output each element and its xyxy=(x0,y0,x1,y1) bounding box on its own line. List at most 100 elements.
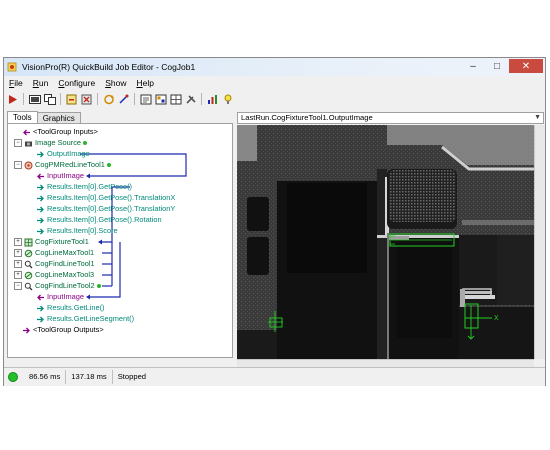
tree-label: CogLineMaxTool3 xyxy=(35,270,95,279)
tree-row-cogfindlinetool1[interactable]: + CogFindLineTool1 xyxy=(14,259,95,269)
tree-label: CogLineMaxTool1 xyxy=(35,248,95,257)
tree-row-outputimage[interactable]: OutputImage xyxy=(36,149,90,159)
tree-row-result[interactable]: Results.Item[0].Score xyxy=(36,226,118,236)
tree-row-coglinemaxtool3[interactable]: + CogLineMaxTool3 xyxy=(14,270,94,280)
status-bar: 86.56 ms 137.18 ms Stopped xyxy=(4,367,545,386)
chart-button[interactable] xyxy=(206,93,219,106)
tree-label: <ToolGroup Outputs> xyxy=(33,325,104,334)
tree-row-result[interactable]: Results.Item[0].GetPose().Rotation xyxy=(36,215,162,225)
image-display[interactable]: X xyxy=(237,125,534,359)
input-arrow-icon xyxy=(37,294,44,300)
output-arrow-icon xyxy=(37,195,44,201)
tree-label: InputImage xyxy=(47,171,84,180)
run-once-button[interactable] xyxy=(6,93,19,106)
help-button[interactable] xyxy=(221,93,234,106)
menu-run[interactable]: Run xyxy=(28,77,54,90)
tree-row-inputimage[interactable]: InputImage xyxy=(36,171,84,181)
settings-button[interactable] xyxy=(154,93,167,106)
tab-graphics[interactable]: Graphics xyxy=(36,112,81,123)
menu-help-label: elp xyxy=(142,78,154,88)
output-arrow-icon xyxy=(37,228,44,234)
output-arrow-icon xyxy=(37,206,44,212)
toolbar-separator xyxy=(134,93,135,105)
link-arrowhead xyxy=(86,294,90,300)
expand-toggle[interactable]: + xyxy=(14,238,22,246)
tree-row-inputimage[interactable]: InputImage xyxy=(36,292,84,302)
tools-button[interactable] xyxy=(184,93,197,106)
output-arrow-icon xyxy=(37,217,44,223)
menu-file-label: ile xyxy=(14,78,23,88)
tree-label: Results.Item[0].GetPose().TranslationY xyxy=(47,204,176,213)
menu-file[interactable]: File xyxy=(4,77,28,90)
status-ok-icon xyxy=(96,284,101,288)
input-arrow-icon xyxy=(37,173,44,179)
delete-tool-button[interactable] xyxy=(80,93,93,106)
link-icon xyxy=(118,94,128,104)
properties-icon xyxy=(140,94,151,104)
tree-row-cogfixturetool1[interactable]: + CogFixtureTool1 xyxy=(14,237,89,247)
inspection-image: X xyxy=(237,125,534,359)
tree-label: CogFindLineTool2 xyxy=(35,281,95,290)
tree-label: Results.Item[0].Score xyxy=(47,226,118,235)
play-icon xyxy=(9,94,17,104)
find-line-tool-icon xyxy=(24,260,33,268)
image-button[interactable] xyxy=(28,93,41,106)
find-line-tool-icon xyxy=(24,282,33,290)
tree-row-result[interactable]: Results.Item[0].GetPose().TranslationY xyxy=(36,204,175,214)
toolbar-separator xyxy=(97,93,98,105)
tree-row-cogpmredlinetool1[interactable]: − CogPMRedLineTool1 xyxy=(14,160,111,170)
properties-button[interactable] xyxy=(139,93,152,106)
tree-label: Results.Item[0].GetPose().Rotation xyxy=(47,215,162,224)
output-arrow-icon xyxy=(37,305,44,311)
tree-row-image-source[interactable]: − Image Source xyxy=(14,138,88,148)
output-arrow-icon xyxy=(37,184,44,190)
output-arrow-icon xyxy=(37,151,44,157)
tree-row-toolgroup-outputs[interactable]: <ToolGroup Outputs> xyxy=(22,325,104,335)
maximize-button[interactable]: □ xyxy=(485,59,509,73)
collapse-toggle[interactable]: − xyxy=(14,282,22,290)
add-tool-button[interactable] xyxy=(65,93,78,106)
results-button[interactable] xyxy=(169,93,182,106)
settings-grid-icon xyxy=(155,94,166,104)
copy-button[interactable] xyxy=(43,93,56,106)
collapse-toggle[interactable]: − xyxy=(14,161,22,169)
menu-run-label: un xyxy=(38,78,49,88)
expand-toggle[interactable]: + xyxy=(14,271,22,279)
menu-bar: File Run Configure Show Help xyxy=(4,77,545,90)
window-title: VisionPro(R) QuickBuild Job Editor - Cog… xyxy=(22,62,196,72)
run-status-light-icon xyxy=(8,372,18,382)
toolbar xyxy=(6,92,234,106)
tree-row-toolgroup-inputs[interactable]: <ToolGroup Inputs> xyxy=(22,127,98,137)
overlay-x-label: X xyxy=(494,315,499,322)
line-max-tool-icon xyxy=(24,271,33,279)
expand-toggle[interactable]: + xyxy=(14,260,22,268)
camera-icon xyxy=(25,141,32,146)
image-buffer-selector[interactable]: LastRun.CogFixtureTool1.OutputImage ▼ xyxy=(237,112,544,124)
vertical-scrollbar[interactable] xyxy=(534,125,545,359)
tree-row-cogfindlinetool2[interactable]: − CogFindLineTool2 xyxy=(14,281,101,291)
menu-show[interactable]: Show xyxy=(100,77,131,90)
refresh-button[interactable] xyxy=(102,93,115,106)
tree-row-result[interactable]: Results.GetLine() xyxy=(36,303,105,313)
link-button[interactable] xyxy=(117,93,130,106)
close-button[interactable]: ✕ xyxy=(509,59,543,73)
expand-toggle[interactable]: + xyxy=(14,249,22,257)
menu-configure[interactable]: Configure xyxy=(53,77,100,90)
tree-label: CogFindLineTool1 xyxy=(35,259,95,268)
image-buffer-name: LastRun.CogFixtureTool1.OutputImage xyxy=(241,113,373,122)
toolbar-separator xyxy=(23,93,24,105)
tree-row-result[interactable]: Results.GetLineSegment() xyxy=(36,314,134,324)
right-arrow-icon xyxy=(23,327,30,333)
refresh-icon xyxy=(103,94,114,104)
visionpro-app-icon xyxy=(7,62,17,72)
collapse-toggle[interactable]: − xyxy=(14,139,22,147)
tree-row-result[interactable]: Results.Item[0].GetPose() xyxy=(36,182,132,192)
tree-row-result[interactable]: Results.Item[0].GetPose().TranslationX xyxy=(36,193,175,203)
tool-tree: <ToolGroup Inputs> − Image Source Output… xyxy=(7,123,233,358)
add-tool-icon xyxy=(66,94,76,104)
minimize-button[interactable]: – xyxy=(461,59,485,73)
link-arrowhead xyxy=(86,173,90,179)
menu-help[interactable]: Help xyxy=(131,77,158,90)
copy-icon xyxy=(43,93,56,105)
tree-row-coglinemaxtool1[interactable]: + CogLineMaxTool1 xyxy=(14,248,94,258)
